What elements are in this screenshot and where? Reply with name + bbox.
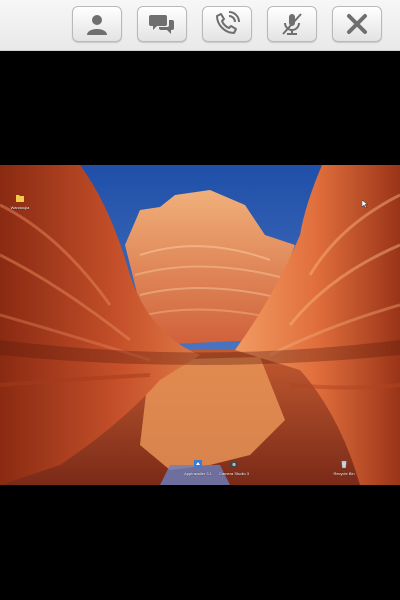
toolbar	[0, 0, 400, 51]
mute-button[interactable]	[267, 6, 317, 42]
desktop-icon-label: Wandoujia	[10, 205, 30, 210]
desktop-icon-camera-studio[interactable]: Camera Studio 3	[214, 459, 254, 476]
app-icon	[194, 460, 202, 468]
desktop-icon-label: Camera Studio 3	[218, 471, 249, 476]
mouse-cursor-icon	[362, 200, 368, 208]
microphone-muted-icon	[282, 13, 302, 35]
chat-bubbles-icon	[149, 15, 174, 34]
folder-icon	[16, 195, 24, 202]
contact-button[interactable]	[72, 6, 122, 42]
desktop-icon-label: Recycle Bin	[333, 471, 355, 476]
desktop-icon-appinstaller[interactable]: AppInstaller 3.1	[178, 459, 218, 476]
desktop-icon-wandoujia[interactable]: Wandoujia	[0, 193, 40, 210]
close-button[interactable]	[332, 6, 382, 42]
camera-icon	[230, 462, 238, 467]
desktop-icon-label: AppInstaller 3.1	[184, 471, 212, 476]
call-button[interactable]	[202, 6, 252, 42]
phone-call-icon	[216, 11, 240, 34]
close-icon	[347, 14, 367, 34]
canyon-wallpaper	[0, 165, 400, 485]
person-icon	[87, 15, 107, 35]
remote-desktop-view[interactable]: Wandoujia AppInstaller 3.1 Camera Studio…	[0, 165, 400, 485]
desktop-icon-recycle-bin[interactable]: Recycle Bin	[324, 459, 364, 476]
chat-button[interactable]	[137, 6, 187, 42]
recycle-bin-icon	[341, 460, 347, 469]
